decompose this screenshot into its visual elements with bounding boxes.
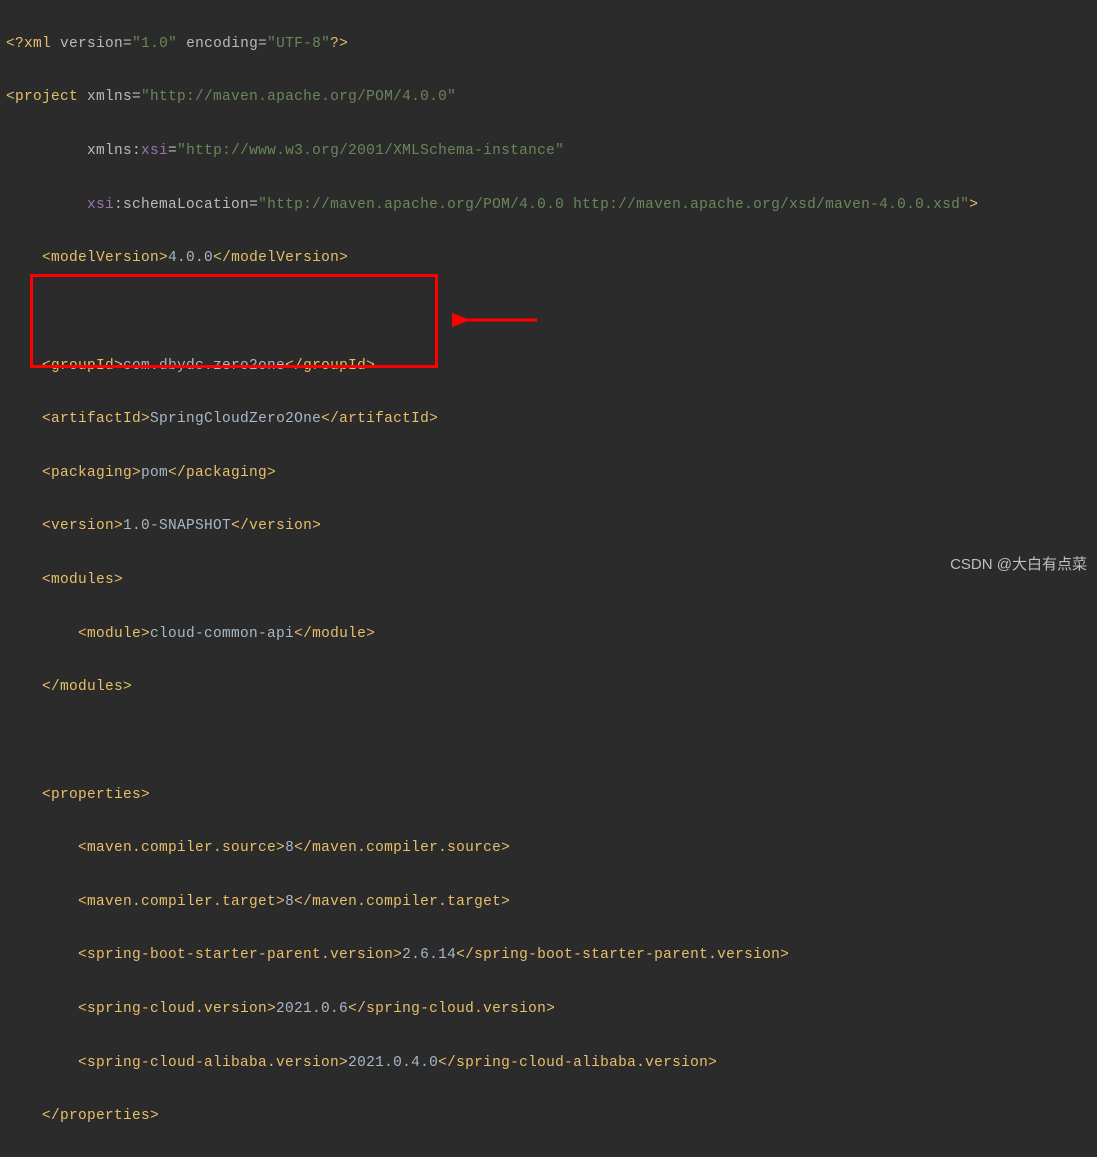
code-line: <maven.compiler.target>8</maven.compiler…	[6, 889, 1097, 916]
code-line: <spring-cloud.version>2021.0.6</spring-c…	[6, 996, 1097, 1023]
code-line: </modules>	[6, 674, 1097, 701]
code-line: <packaging>pom</packaging>	[6, 460, 1097, 487]
code-line: <properties>	[6, 782, 1097, 809]
code-line: <maven.compiler.source>8</maven.compiler…	[6, 835, 1097, 862]
code-line: <?xml version="1.0" encoding="UTF-8"?>	[6, 31, 1097, 58]
watermark-text: CSDN @大白有点菜	[950, 551, 1087, 579]
code-line: <project xmlns="http://maven.apache.org/…	[6, 84, 1097, 111]
code-line: <groupId>com.dbydc.zero2one</groupId>	[6, 353, 1097, 380]
code-line: <modelVersion>4.0.0</modelVersion>	[6, 245, 1097, 272]
code-editor[interactable]: <?xml version="1.0" encoding="UTF-8"?> <…	[0, 0, 1097, 1157]
code-line: <spring-cloud-alibaba.version>2021.0.4.0…	[6, 1050, 1097, 1077]
code-line	[6, 728, 1097, 755]
code-line	[6, 299, 1097, 326]
code-line: </properties>	[6, 1103, 1097, 1130]
code-line: xmlns:xsi="http://www.w3.org/2001/XMLSch…	[6, 138, 1097, 165]
code-line: <module>cloud-common-api</module>	[6, 621, 1097, 648]
code-line: <version>1.0-SNAPSHOT</version>	[6, 513, 1097, 540]
code-line: <artifactId>SpringCloudZero2One</artifac…	[6, 406, 1097, 433]
code-line: <modules>	[6, 567, 1097, 594]
code-line: xsi:schemaLocation="http://maven.apache.…	[6, 192, 1097, 219]
code-line: <spring-boot-starter-parent.version>2.6.…	[6, 942, 1097, 969]
